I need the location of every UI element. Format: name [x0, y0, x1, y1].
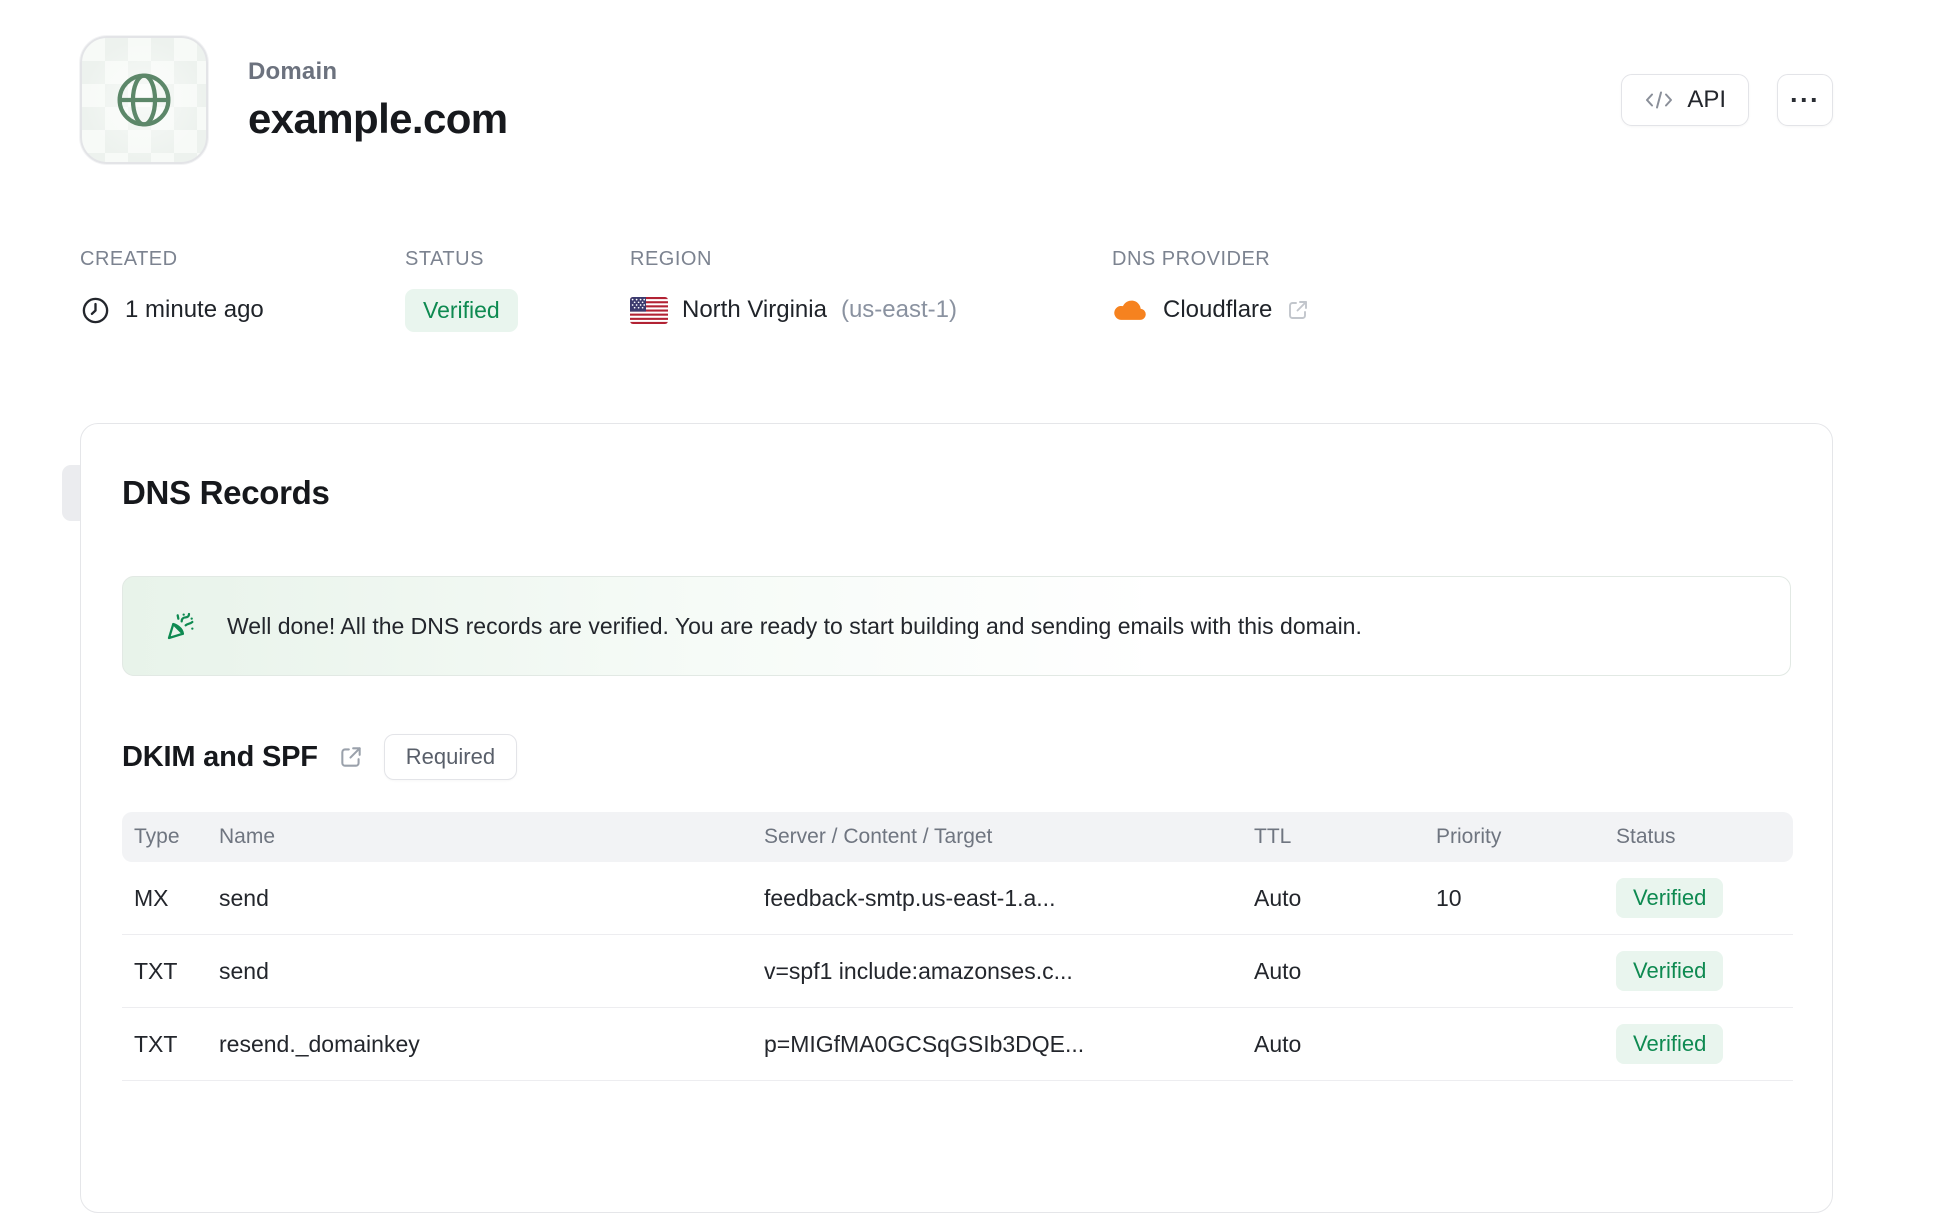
success-banner: Well done! All the DNS records are verif… [122, 576, 1791, 676]
record-ttl: Auto [1254, 884, 1302, 911]
party-popper-icon [165, 610, 197, 642]
status-badge: Verified [405, 288, 518, 332]
record-priority: 10 [1436, 884, 1462, 911]
col-priority: Priority [1436, 825, 1502, 848]
dns-provider-value: Cloudflare [1163, 296, 1273, 323]
domain-avatar [80, 36, 208, 164]
record-content: v=spf1 include:amazonses.c... [764, 957, 1073, 984]
external-link-icon[interactable] [1286, 298, 1310, 322]
table-row[interactable]: TXT resend._domainkey p=MIGfMA0GCSqGSIb3… [122, 1008, 1793, 1081]
more-options-button[interactable]: ··· [1777, 74, 1833, 126]
record-content: feedback-smtp.us-east-1.a... [764, 884, 1056, 911]
col-ttl: TTL [1254, 825, 1292, 848]
record-status-badge: Verified [1616, 1024, 1724, 1064]
record-status-badge: Verified [1616, 951, 1724, 991]
record-content: p=MIGfMA0GCSqGSIb3DQE... [764, 1030, 1085, 1057]
globe-icon [110, 66, 178, 134]
cloudflare-icon [1112, 297, 1149, 323]
record-type: MX [134, 884, 169, 911]
region-label: REGION [630, 248, 712, 270]
ellipsis-icon: ··· [1790, 84, 1820, 115]
success-message: Well done! All the DNS records are verif… [227, 612, 1362, 639]
us-flag-icon [630, 296, 668, 324]
record-ttl: Auto [1254, 957, 1302, 984]
page-header: Domain example.com API ··· [80, 36, 1833, 164]
record-ttl: Auto [1254, 1030, 1302, 1057]
created-label: CREATED [80, 248, 178, 270]
region-value: North Virginia [682, 296, 827, 323]
col-content: Server / Content / Target [764, 825, 993, 848]
table-header-row: Type Name Server / Content / Target TTL … [122, 812, 1793, 862]
dkim-spf-section-header: DKIM and SPF Required [122, 734, 1791, 780]
table-row[interactable]: MX send feedback-smtp.us-east-1.a... Aut… [122, 862, 1793, 935]
page-title: example.com [248, 94, 508, 142]
clock-icon [80, 295, 111, 326]
record-type: TXT [134, 957, 178, 984]
region-code: (us-east-1) [840, 296, 957, 323]
record-type: TXT [134, 1030, 178, 1057]
record-name: send [219, 884, 269, 911]
dns-records-card: DNS Records Well done! All the DNS recor… [80, 423, 1833, 1213]
record-status-badge: Verified [1616, 878, 1724, 918]
code-icon [1644, 89, 1674, 111]
col-type: Type [134, 825, 180, 848]
dns-provider-label: DNS PROVIDER [1112, 248, 1271, 270]
page-kicker: Domain [248, 57, 338, 85]
table-row[interactable]: TXT send v=spf1 include:amazonses.c... A… [122, 935, 1793, 1008]
api-button-label: API [1687, 86, 1726, 113]
col-status: Status [1616, 825, 1676, 848]
record-name: resend._domainkey [219, 1030, 420, 1057]
api-button[interactable]: API [1621, 74, 1749, 126]
col-name: Name [219, 825, 276, 848]
domain-meta: CREATED 1 minute ago STATUS Verified REG… [80, 248, 1310, 333]
record-name: send [219, 957, 269, 984]
dns-records-table: Type Name Server / Content / Target TTL … [122, 812, 1793, 1081]
card-title: DNS Records [122, 474, 330, 511]
required-badge: Required [383, 734, 518, 780]
dkim-spf-title: DKIM and SPF [122, 740, 318, 773]
external-link-icon[interactable] [338, 744, 364, 770]
created-value: 1 minute ago [125, 296, 264, 323]
status-label: STATUS [405, 248, 484, 270]
